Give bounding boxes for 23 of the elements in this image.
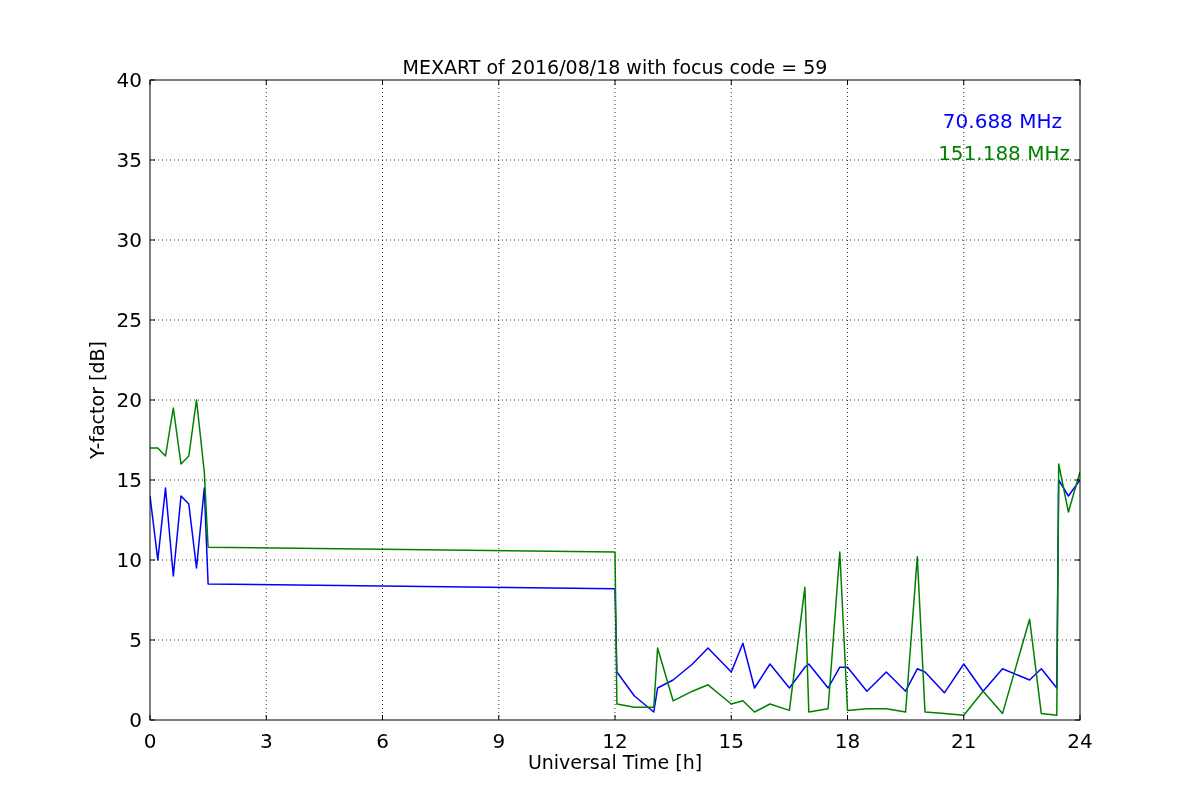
tick-label: 12 [602,729,628,753]
legend-label: 70.688 MHz [942,109,1062,133]
axis-label: Universal Time [h] [527,751,703,773]
tick-label: 21 [951,729,977,753]
tick-label: 40 [116,68,142,92]
chart-title: MEXART of 2016/08/18 with focus code = 59 [402,56,828,78]
tick-label: 6 [376,729,389,753]
tick-label: 24 [1067,729,1093,753]
tick-label: 5 [129,628,142,652]
tick-label: 30 [116,228,142,252]
tick-label: 9 [492,729,506,753]
tick-label: 25 [116,308,142,332]
axis-label: Y-factor [dB] [86,341,108,459]
tick-label: 0 [143,729,157,753]
tick-label: 15 [116,468,142,492]
tick-label: 35 [116,148,142,172]
tick-label: 18 [834,729,861,753]
tick-label: 15 [718,729,744,753]
legend-label: 151.188 MHz [938,141,1070,165]
tick-label: 0 [129,708,142,732]
tick-label: 20 [116,388,142,412]
tick-label: 3 [259,729,273,753]
tick-label: 10 [116,548,142,572]
